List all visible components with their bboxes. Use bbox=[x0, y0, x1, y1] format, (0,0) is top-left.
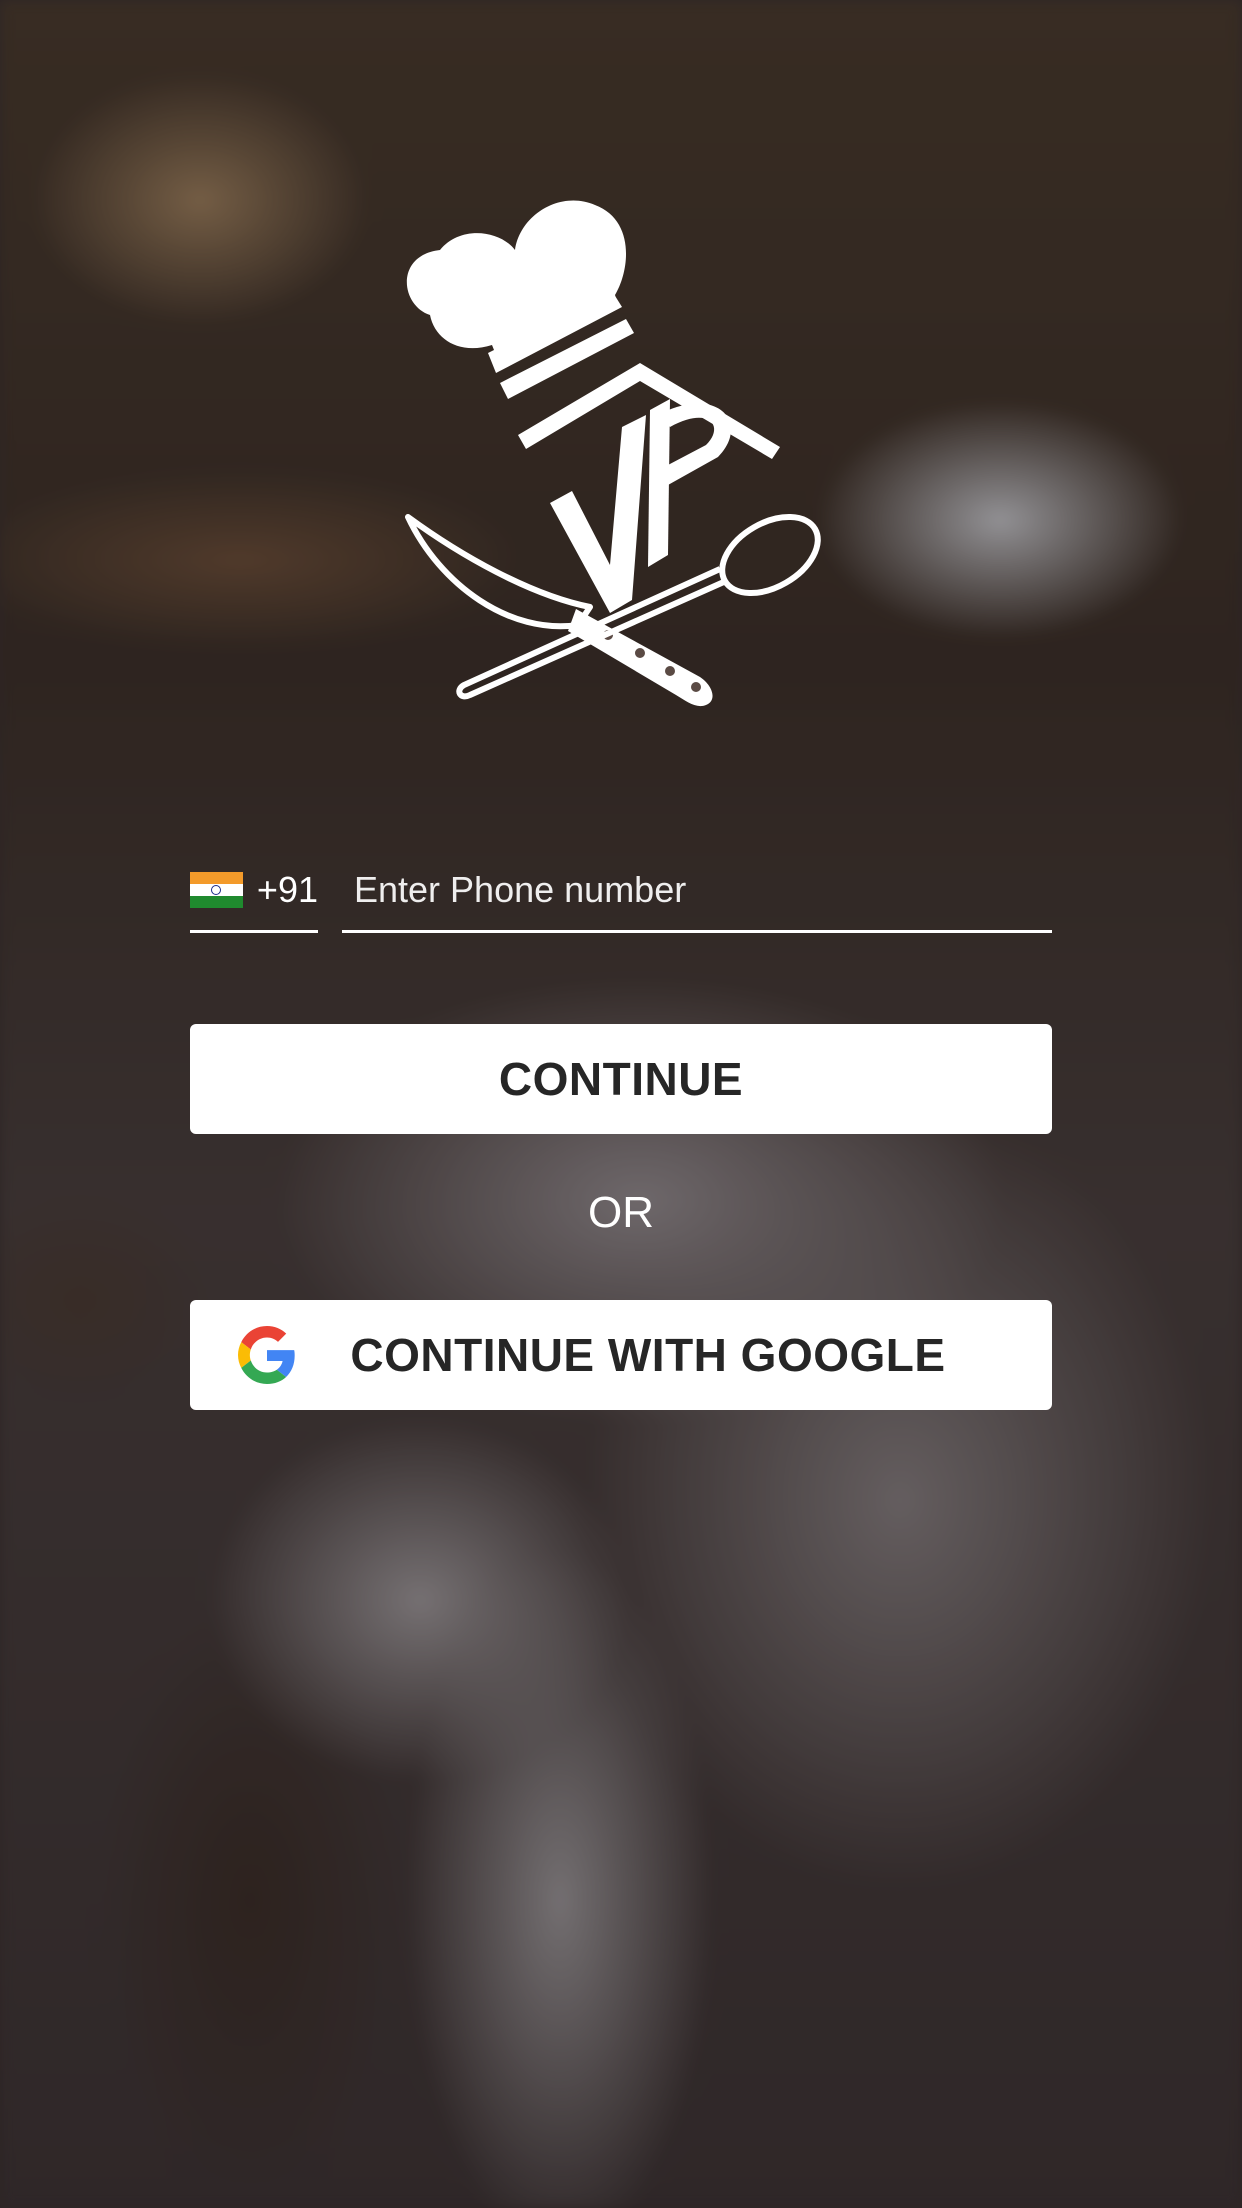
or-divider: OR bbox=[588, 1188, 654, 1237]
phone-number-input[interactable] bbox=[342, 869, 1052, 911]
brand-logo bbox=[405, 200, 821, 707]
google-button-label: CONTINUE WITH GOOGLE bbox=[350, 1329, 946, 1381]
country-code-text: +91 bbox=[256, 869, 318, 910]
continue-button[interactable]: CONTINUE bbox=[190, 1024, 1052, 1134]
continue-button-label: CONTINUE bbox=[498, 1053, 744, 1105]
continue-with-google-button[interactable]: CONTINUE WITH GOOGLE bbox=[190, 1300, 1052, 1410]
google-g-icon bbox=[238, 1326, 295, 1384]
login-screen: +91 CONTINUE OR CONTINUE WITH GOOGLE bbox=[0, 0, 1242, 2208]
phone-number-field bbox=[342, 850, 1052, 933]
country-code-selector[interactable]: +91 bbox=[190, 850, 318, 933]
india-flag-icon bbox=[190, 872, 243, 908]
phone-input-row: +91 bbox=[190, 850, 1052, 933]
